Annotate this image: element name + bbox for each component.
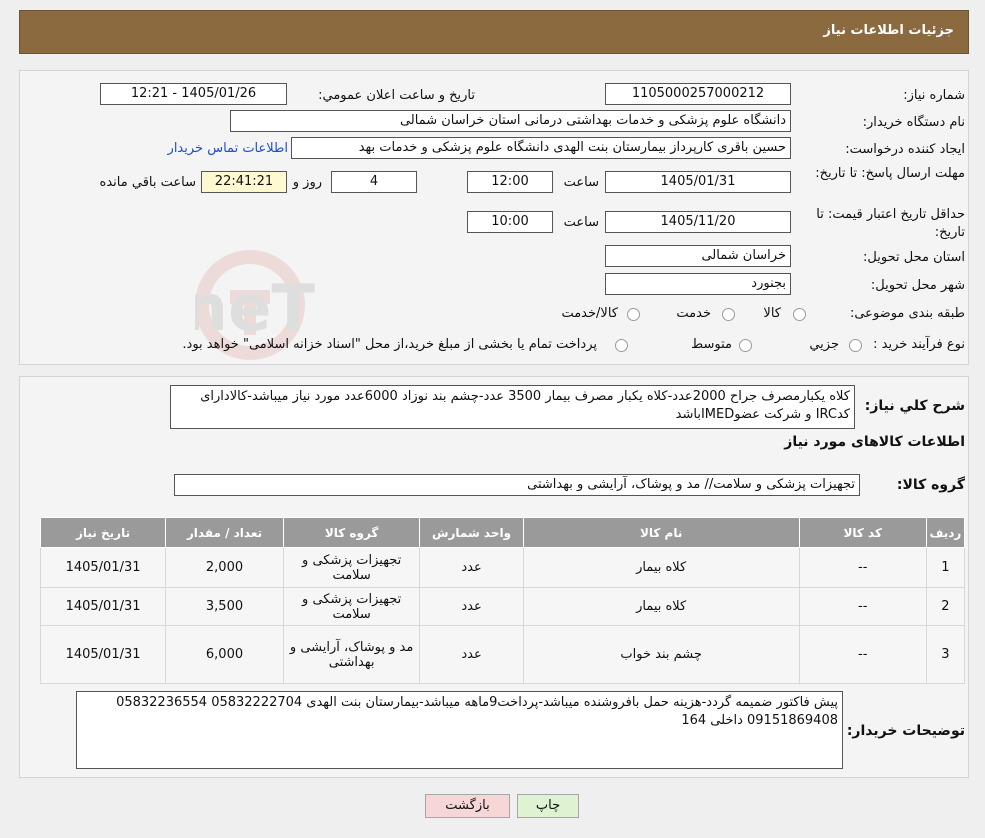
validity-label: حداقل تاریخ اعتبار قیمت: تا تاریخ: — [816, 207, 965, 240]
process-label: نوع فرآیند خرید : — [873, 337, 965, 352]
radio-goods-service-label: کالا/خدمت — [561, 306, 618, 321]
col-code: کد کالا — [798, 517, 927, 548]
cell-date: 1405/01/31 — [39, 547, 167, 588]
notes-text[interactable]: پیش فاکتور ضمیمه گردد-هزینه حمل بافروشند… — [76, 691, 843, 769]
announce-field[interactable]: 1405/01/26 - 12:21 — [100, 83, 287, 105]
page-title: جزئیات اطلاعات نیاز — [823, 23, 954, 38]
cell-qty: 2,000 — [165, 547, 284, 588]
cell-code: -- — [798, 547, 927, 588]
province-field[interactable]: خراسان شمالی — [605, 245, 791, 267]
goods-group-field[interactable]: تجهیزات پزشکی و سلامت// مد و پوشاک، آرای… — [174, 474, 860, 496]
cell-row: 2 — [925, 587, 966, 626]
cell-row: 3 — [925, 625, 966, 684]
creator-field[interactable]: حسین باقری کارپرداز بیمارستان بنت الهدی … — [291, 137, 791, 159]
radio-minor-label: جزیي — [809, 337, 839, 352]
validity-time-field[interactable]: 10:00 — [467, 211, 553, 233]
col-date: تاریخ نیاز — [39, 517, 167, 548]
summary-text[interactable]: کلاه یکبارمصرف جراح 2000عدد-کلاه یکبار م… — [170, 385, 855, 429]
table-header-row: ردیف کد کالا نام کالا واحد شمارش گروه کا… — [39, 517, 966, 548]
days-label: روز و — [292, 175, 322, 190]
back-button[interactable]: بازگشت — [425, 794, 510, 818]
cell-code: -- — [798, 625, 927, 684]
city-label: شهر محل تحویل: — [870, 278, 965, 293]
goods-group-label: گروه کالا: — [896, 477, 965, 493]
cell-name: کلاه بیمار — [522, 547, 800, 588]
print-button[interactable]: چاپ — [517, 794, 579, 818]
radio-treasury[interactable] — [615, 339, 628, 352]
days-field[interactable]: 4 — [331, 171, 417, 193]
deadline-label: مهلت ارسال پاسخ: تا تاریخ: — [815, 166, 965, 181]
cell-code: -- — [798, 587, 927, 626]
cell-unit: عدد — [419, 547, 524, 588]
col-qty: تعداد / مقدار — [165, 517, 284, 548]
category-label: طبقه بندی موضوعی: — [849, 306, 965, 321]
need-number-field[interactable]: 1105000257000212 — [605, 83, 791, 105]
cell-name: کلاه بیمار — [522, 587, 800, 626]
radio-service[interactable] — [722, 308, 735, 321]
cell-unit: عدد — [419, 587, 524, 626]
deadline-time-label: ساعت — [563, 175, 599, 190]
validity-date-field[interactable]: 1405/11/20 — [605, 211, 791, 233]
creator-label: ایجاد کننده درخواست: — [845, 142, 965, 157]
table-row[interactable]: 3 -- چشم بند خواب عدد مد و پوشاک، آرایشی… — [39, 625, 966, 684]
summary-label: شرح کلي نياز: — [864, 398, 965, 414]
validity-time-label: ساعت — [563, 215, 599, 230]
deadline-date-field[interactable]: 1405/01/31 — [605, 171, 791, 193]
city-field[interactable]: بجنورد — [605, 273, 791, 295]
deadline-time-field[interactable]: 12:00 — [467, 171, 553, 193]
table-row[interactable]: 2 -- کلاه بیمار عدد تجهیزات پزشکی و سلام… — [39, 587, 966, 626]
cell-group: تجهیزات پزشکی و سلامت — [282, 547, 421, 588]
remaining-time-field: 22:41:21 — [201, 171, 287, 193]
cell-group: تجهیزات پزشکی و سلامت — [282, 587, 421, 626]
table-row[interactable]: 1 -- کلاه بیمار عدد تجهیزات پزشکی و سلام… — [39, 547, 966, 588]
cell-qty: 3,500 — [165, 587, 284, 626]
page-header: جزئیات اطلاعات نیاز — [19, 10, 969, 54]
cell-group: مد و پوشاک، آرایشی و بهداشتی — [282, 625, 421, 684]
goods-table: ردیف کد کالا نام کالا واحد شمارش گروه کا… — [39, 517, 966, 684]
radio-minor[interactable] — [849, 339, 862, 352]
buyer-org-label: نام دستگاه خریدار: — [862, 115, 965, 130]
radio-goods[interactable] — [793, 308, 806, 321]
col-name: نام کالا — [522, 517, 800, 548]
cell-date: 1405/01/31 — [39, 625, 167, 684]
cell-row: 1 — [925, 547, 966, 588]
radio-medium[interactable] — [739, 339, 752, 352]
need-number-label: شماره نیاز: — [903, 88, 965, 103]
contact-buyer-link[interactable]: اطلاعات تماس خریدار — [168, 141, 288, 156]
col-group: گروه کالا — [282, 517, 421, 548]
province-label: استان محل تحویل: — [863, 250, 965, 265]
buyer-org-field[interactable]: دانشگاه علوم پزشکی و خدمات بهداشتی درمان… — [230, 110, 791, 132]
radio-service-label: خدمت — [676, 306, 711, 321]
col-unit: واحد شمارش — [419, 517, 524, 548]
announce-label: تاریخ و ساعت اعلان عمومي: — [318, 88, 475, 103]
goods-info-title: اطلاعات کالاهای مورد نیاز — [784, 434, 965, 450]
radio-medium-label: متوسط — [691, 337, 732, 352]
cell-date: 1405/01/31 — [39, 587, 167, 626]
cell-unit: عدد — [419, 625, 524, 684]
cell-name: چشم بند خواب — [522, 625, 800, 684]
remaining-label: ساعت باقي مانده — [99, 175, 196, 190]
col-row: ردیف — [925, 517, 966, 548]
process-note: پرداخت تمام یا بخشی از مبلغ خرید،از محل … — [182, 337, 597, 352]
cell-qty: 6,000 — [165, 625, 284, 684]
radio-goods-service[interactable] — [627, 308, 640, 321]
radio-goods-label: کالا — [763, 306, 781, 321]
notes-label: توضیحات خریدار: — [846, 723, 965, 739]
